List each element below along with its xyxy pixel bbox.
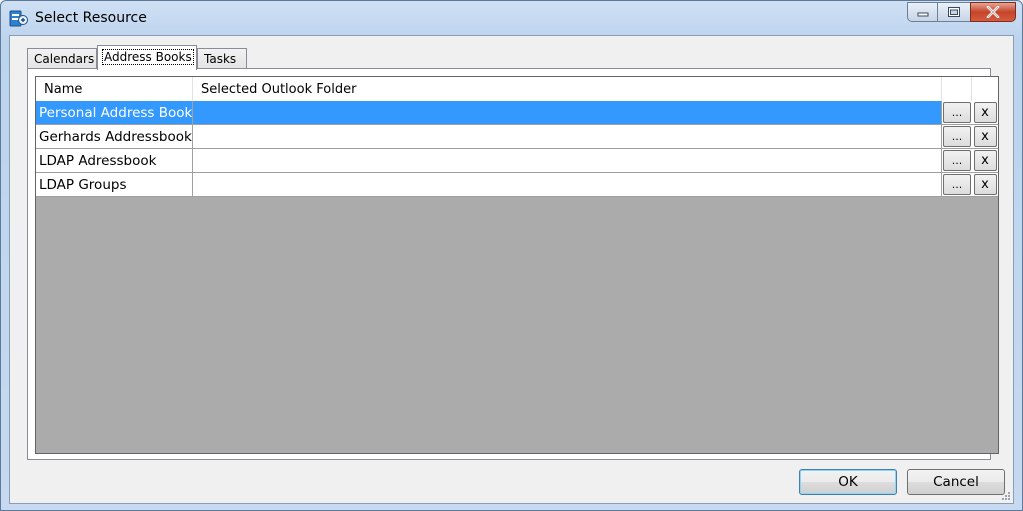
clear-folder-button[interactable]: x (973, 126, 997, 147)
tab-tasks[interactable]: Tasks (197, 48, 247, 69)
maximize-icon (948, 7, 960, 17)
tab-calendars[interactable]: Calendars (27, 48, 97, 69)
caption-buttons (907, 2, 1016, 22)
dialog-window: Select Resource Calendars Address Books … (0, 0, 1023, 511)
tab-label: Address Books (102, 49, 194, 65)
row-folder-cell[interactable] (193, 101, 942, 124)
row-folder-cell[interactable] (193, 149, 942, 172)
address-books-panel: Name Selected Outlook Folder Personal Ad… (27, 68, 999, 460)
browse-folder-button[interactable]: ... (943, 102, 971, 123)
window-title: Select Resource (35, 10, 147, 26)
clear-folder-button[interactable]: x (973, 150, 997, 171)
title-bar[interactable]: Select Resource (1, 1, 1022, 35)
maximize-button[interactable] (937, 2, 971, 22)
close-icon (986, 6, 1000, 18)
column-header-clear (972, 77, 998, 101)
close-button[interactable] (970, 2, 1016, 22)
tab-label: Calendars (34, 52, 95, 66)
tab-address-books[interactable]: Address Books (97, 45, 197, 70)
column-header-browse (942, 77, 972, 101)
row-name-cell[interactable]: LDAP Adressbook (36, 149, 193, 172)
clear-folder-button[interactable]: x (973, 102, 997, 123)
minimize-button[interactable] (907, 2, 938, 22)
browse-folder-button[interactable]: ... (943, 126, 971, 147)
clear-cell: x (972, 125, 998, 148)
browse-folder-button[interactable]: ... (943, 150, 971, 171)
minimize-icon (917, 12, 928, 17)
resource-grid[interactable]: Name Selected Outlook Folder Personal Ad… (35, 76, 999, 454)
clear-cell: x (972, 173, 998, 196)
table-row[interactable]: LDAP Adressbook ... x (36, 149, 998, 173)
table-row[interactable]: Gerhards Addressbook ... x (36, 125, 998, 149)
ok-button[interactable]: OK (799, 469, 897, 495)
browse-cell: ... (942, 173, 972, 196)
dialog-client-area: Calendars Address Books Tasks Name Selec… (9, 35, 1014, 504)
row-name-cell[interactable]: Personal Address Book (36, 101, 193, 124)
clear-cell: x (972, 101, 998, 124)
column-header-name[interactable]: Name (36, 77, 193, 101)
row-folder-cell[interactable] (193, 125, 942, 148)
row-folder-cell[interactable] (193, 173, 942, 196)
browse-cell: ... (942, 125, 972, 148)
table-row[interactable]: Personal Address Book ... x (36, 101, 998, 125)
grid-header: Name Selected Outlook Folder (36, 77, 998, 102)
row-name-cell[interactable]: LDAP Groups (36, 173, 193, 196)
table-row[interactable]: LDAP Groups ... x (36, 173, 998, 197)
tab-label: Tasks (204, 52, 237, 66)
browse-cell: ... (942, 149, 972, 172)
row-name-cell[interactable]: Gerhards Addressbook (36, 125, 193, 148)
cancel-button[interactable]: Cancel (907, 469, 1005, 495)
browse-folder-button[interactable]: ... (943, 174, 971, 195)
resize-grip-icon[interactable] (1001, 491, 1011, 501)
app-icon (9, 10, 28, 27)
browse-cell: ... (942, 101, 972, 124)
clear-folder-button[interactable]: x (973, 174, 997, 195)
column-header-folder[interactable]: Selected Outlook Folder (193, 77, 942, 101)
clear-cell: x (972, 149, 998, 172)
